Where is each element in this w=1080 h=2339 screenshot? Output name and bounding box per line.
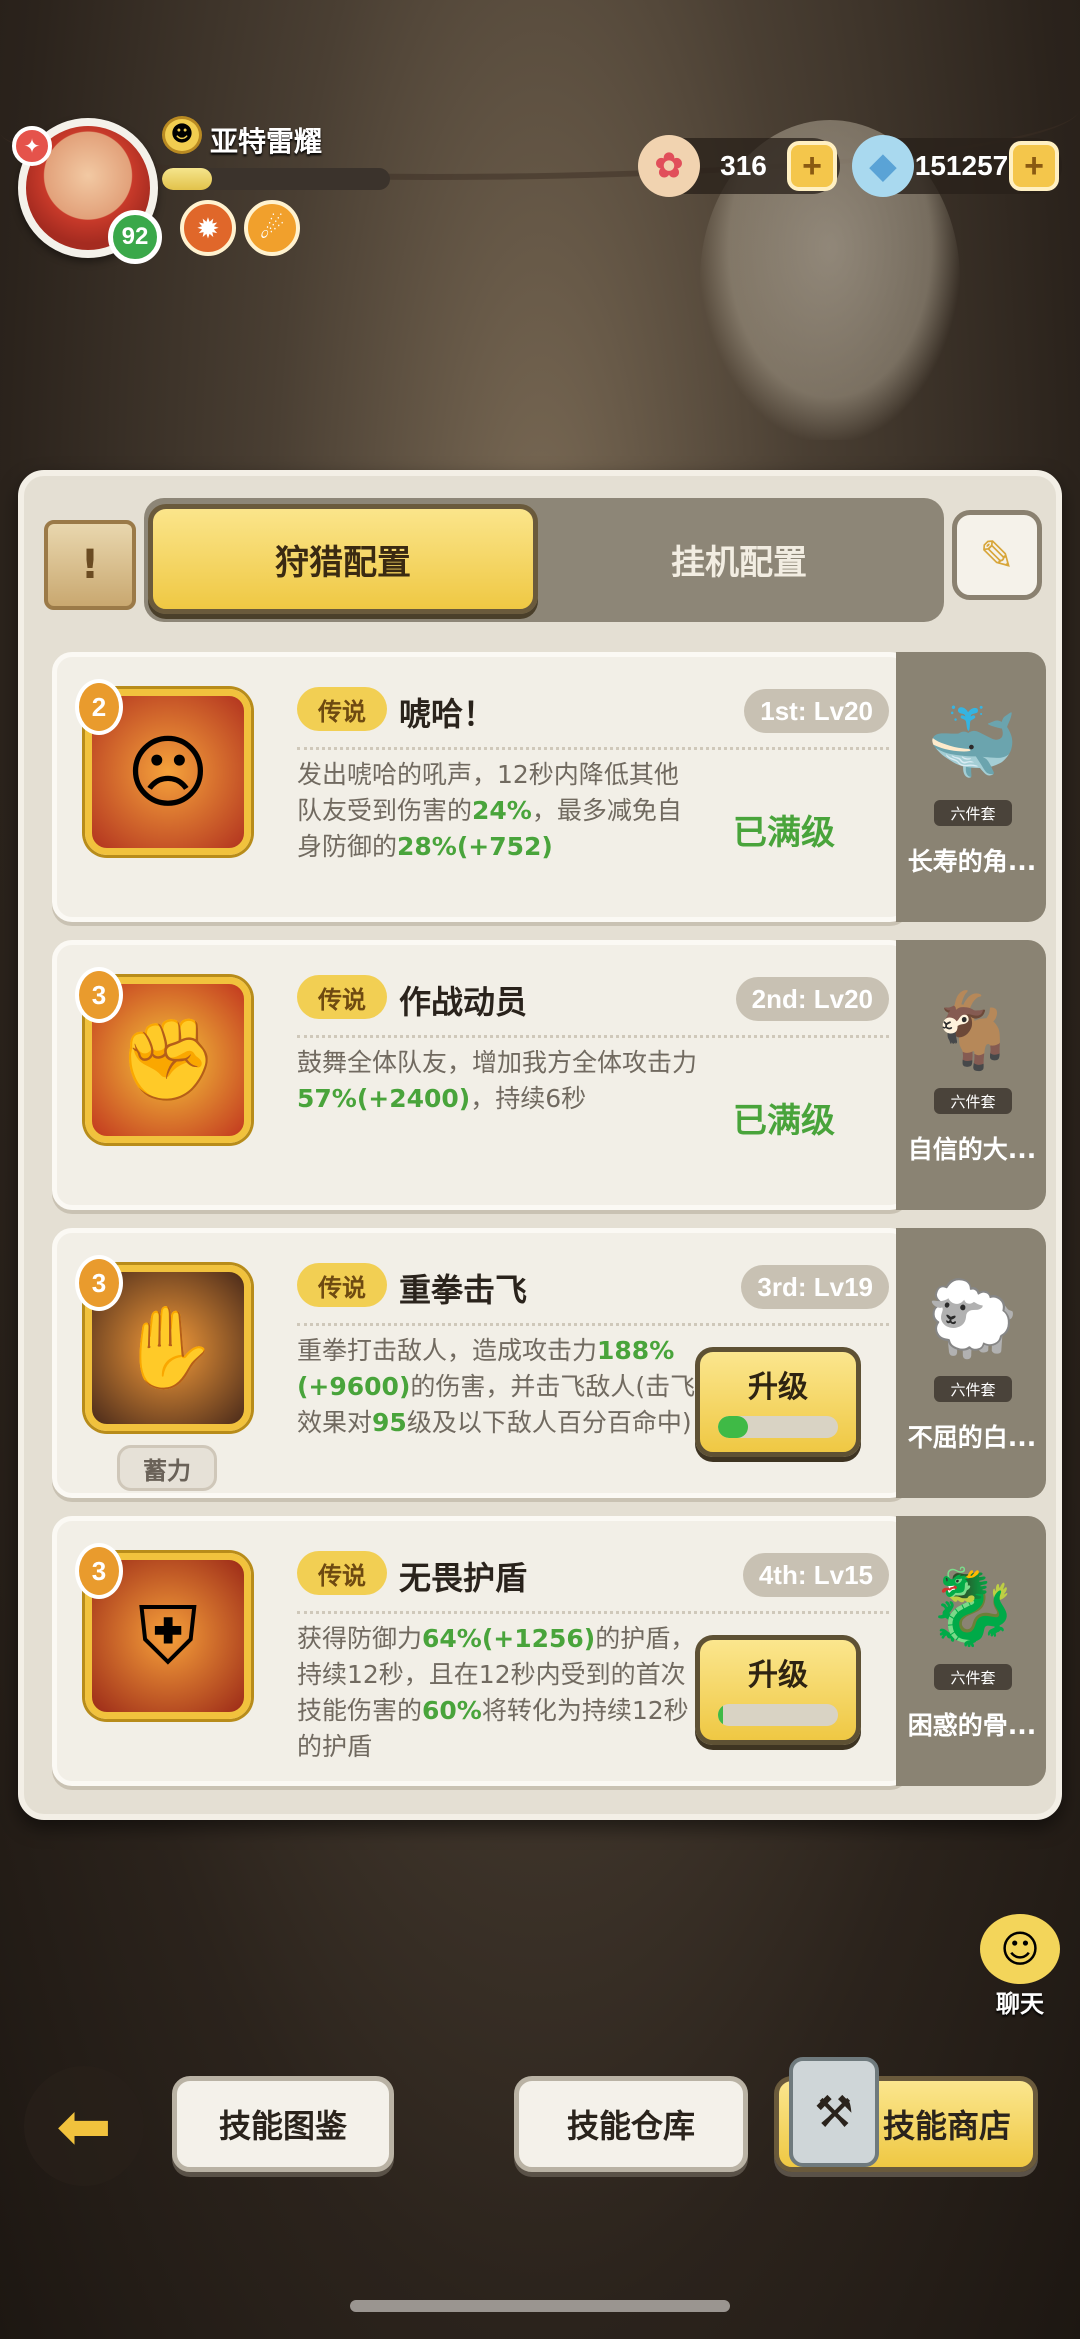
white-goat-pet-icon: 🐑 <box>926 1275 1020 1362</box>
tab-idle-config[interactable]: 挂机配置 <box>544 504 934 614</box>
upgrade-progress-bar <box>718 1704 838 1726</box>
divider <box>297 1611 889 1614</box>
skill-shop-button[interactable]: ⚒ 技能商店 <box>774 2057 1038 2172</box>
back-arrow-icon[interactable]: ⬅ <box>24 2066 144 2186</box>
rarity-tag: 传说 <box>297 1263 387 1307</box>
skill-level: 4th: Lv15 <box>742 1553 889 1597</box>
pet-set-tag: 六件套 <box>934 1664 1012 1690</box>
shell-coin-icon: ✿ <box>638 135 700 197</box>
skill-rank-badge: 3 <box>75 1543 123 1599</box>
divider <box>297 747 889 750</box>
player-name: 亚特雷耀 <box>210 125 323 158</box>
divider <box>297 1323 889 1326</box>
shop-stone-icon: ⚒ <box>789 2057 879 2167</box>
max-level-status: 已满级 <box>733 1101 835 1141</box>
config-tabbar: 狩猎配置 挂机配置 <box>144 498 944 622</box>
pet-name: 长寿的角... <box>907 847 1037 876</box>
goat-pet-icon: 🐐 <box>926 987 1020 1074</box>
edit-config-button[interactable]: ✎ <box>952 510 1042 600</box>
bone-dragon-pet-icon: 🐉 <box>926 1563 1020 1650</box>
skill-name: 作战动员 <box>399 983 528 1021</box>
crystal-gem-icon: ◆ <box>852 135 914 197</box>
whale-pet-icon: 🐳 <box>926 699 1020 786</box>
skill-description: 鼓舞全体队友，增加我方全体攻击力57%(+2400)，持续6秒 <box>297 1048 698 1113</box>
currency-shell: ✿ 316 + <box>638 135 840 197</box>
skill-description: 重拳打击敌人，造成攻击力188%(+9600)的伤害，并击飞敌人(击飞效果对95… <box>297 1336 696 1437</box>
rarity-tag: 传说 <box>297 975 387 1019</box>
upgrade-progress-bar <box>718 1416 838 1438</box>
upgrade-button[interactable]: 升级 <box>695 1635 861 1745</box>
skill-card-4[interactable]: ⛨ 3 传说 无畏护盾 4th: Lv15 获得防御力64%(+1256)的护盾… <box>52 1516 910 1786</box>
skill-codex-button[interactable]: 技能图鉴 <box>172 2076 394 2172</box>
max-level-status: 已满级 <box>733 813 835 853</box>
scroll-info-icon[interactable]: ! <box>44 520 136 610</box>
player-avatar[interactable]: ✦ 92 <box>12 118 162 264</box>
buff-icon-1[interactable]: ✹ <box>180 200 236 256</box>
skill-rank-badge: 2 <box>75 679 123 735</box>
rank-icon: ☻ <box>162 116 202 154</box>
skill-name: 无畏护盾 <box>399 1559 528 1597</box>
upgrade-button[interactable]: 升级 <box>695 1347 861 1457</box>
skill-name: 重拳击飞 <box>399 1271 528 1309</box>
currency-crystal: ◆ 151257 + <box>852 135 1062 197</box>
pet-slot-4[interactable]: 🐉 六件套 困惑的骨... <box>896 1516 1046 1786</box>
divider <box>297 1035 889 1038</box>
home-indicator[interactable] <box>350 2300 730 2312</box>
pet-slot-2[interactable]: 🐐 六件套 自信的大... <box>896 940 1046 1210</box>
skill-description: 获得防御力64%(+1256)的护盾，持续12秒，且在12秒内受到的首次技能伤害… <box>297 1624 696 1761</box>
pet-set-tag: 六件套 <box>934 800 1012 826</box>
skill-warehouse-button[interactable]: 技能仓库 <box>514 2076 748 2172</box>
pet-name: 自信的大... <box>907 1135 1037 1164</box>
skill-description: 发出唬哈的吼声，12秒内降低其他队友受到伤害的24%，最多减免自身防御的28%(… <box>297 760 682 861</box>
pet-set-tag: 六件套 <box>934 1088 1012 1114</box>
exp-bar <box>162 168 390 190</box>
add-shell-button[interactable]: + <box>787 141 837 191</box>
shell-amount: 316 <box>720 150 767 181</box>
skill-config-panel: ! 狩猎配置 挂机配置 ✎ ☹ 2 传说 唬哈！ 1st: Lv20 发出唬哈的… <box>18 470 1062 1820</box>
skill-level: 2nd: Lv20 <box>735 977 889 1021</box>
skill-card-3[interactable]: ✋ 3 蓄力 传说 重拳击飞 3rd: Lv19 重拳打击敌人，造成攻击力188… <box>52 1228 910 1498</box>
rarity-tag: 传说 <box>297 1551 387 1595</box>
crystal-amount: 151257 <box>914 150 1009 181</box>
chat-button[interactable]: ☺ 聊天 <box>972 1914 1068 2018</box>
skill-card-2[interactable]: ✊ 3 传说 作战动员 2nd: Lv20 鼓舞全体队友，增加我方全体攻击力57… <box>52 940 910 1210</box>
skill-level: 1st: Lv20 <box>744 689 889 733</box>
pet-slot-3[interactable]: 🐑 六件套 不屈的白... <box>896 1228 1046 1498</box>
buff-icon-2[interactable]: ☄ <box>244 200 300 256</box>
chat-label: 聊天 <box>996 1990 1044 2018</box>
skill-level: 3rd: Lv19 <box>741 1265 889 1309</box>
skill-rank-badge: 3 <box>75 1255 123 1311</box>
add-crystal-button[interactable]: + <box>1009 141 1059 191</box>
skill-rank-badge: 3 <box>75 967 123 1023</box>
skill-card-1[interactable]: ☹ 2 传说 唬哈！ 1st: Lv20 发出唬哈的吼声，12秒内降低其他队友受… <box>52 652 910 922</box>
pet-slot-1[interactable]: 🐳 六件套 长寿的角... <box>896 652 1046 922</box>
chat-bubble-icon: ☺ <box>980 1914 1060 1984</box>
skill-shop-label: 技能商店 <box>882 2107 1011 2145</box>
skill-name: 唬哈！ <box>399 695 496 733</box>
pet-set-tag: 六件套 <box>934 1376 1012 1402</box>
player-level-badge: 92 <box>108 210 162 264</box>
tab-hunting-config[interactable]: 狩猎配置 <box>148 504 538 614</box>
charge-tag: 蓄力 <box>117 1445 217 1491</box>
pet-name: 不屈的白... <box>907 1423 1037 1452</box>
rarity-tag: 传说 <box>297 687 387 731</box>
notification-badge-icon: ✦ <box>12 126 52 166</box>
pet-name: 困惑的骨... <box>907 1711 1037 1740</box>
